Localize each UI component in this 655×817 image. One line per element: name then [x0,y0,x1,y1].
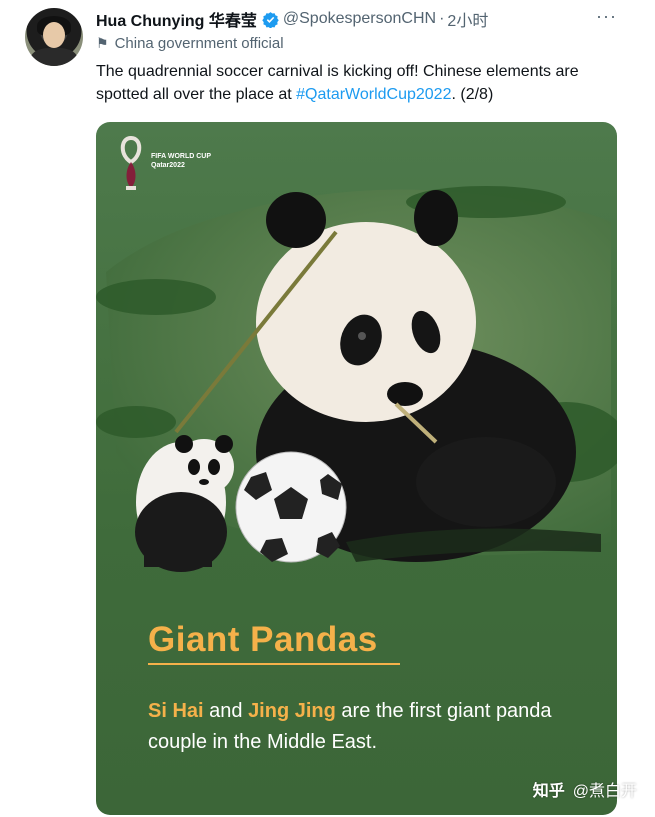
fifa-trophy-icon [120,135,142,190]
separator-dot: · [439,10,445,27]
card-description: Si Hai and Jing Jing are the first giant… [148,696,588,758]
panda-photo [96,186,617,572]
avatar-face [43,22,65,48]
account-label: ⚑ China government official [96,35,284,52]
hashtag-link[interactable]: #QatarWorldCup2022 [296,86,451,103]
more-options-icon[interactable]: ··· [596,6,617,27]
tweet: Hua Chunying 华春莹 @SpokespersonCHN · 2小时 … [0,0,655,817]
author-handle[interactable]: @SpokespersonCHN [283,10,436,28]
card-title: Giant Pandas [148,620,378,659]
fifa-logo-line1: FIFA WORLD CUP [151,153,212,160]
tweet-header: Hua Chunying 华春莹 @SpokespersonCHN · 2小时 [96,8,488,30]
watermark: 知乎 @煮白开 [533,777,637,801]
avatar-body [31,48,77,66]
fifa-logo-line2: Qatar2022 [151,162,185,169]
fifa-logo-text: FIFA WORLD CUP Qatar2022 [151,152,211,170]
tweet-text: The quadrennial soccer carnival is kicki… [96,60,626,106]
desc-and: and [203,700,249,722]
account-label-text: China government official [114,35,284,52]
panda-name-1: Si Hai [148,700,204,722]
watermark-user: @煮白开 [572,783,637,800]
avatar[interactable] [25,8,83,66]
tweet-time[interactable]: 2小时 [447,7,488,31]
author-name[interactable]: Hua Chunying 华春莹 [96,7,257,31]
watermark-brand: 知乎 [532,783,565,800]
verified-badge-icon [262,11,279,28]
title-underline [148,663,400,665]
tweet-text-after: . (2/8) [451,86,494,103]
flag-icon: ⚑ [96,35,109,51]
panda-name-2: Jing Jing [248,700,336,722]
media-card[interactable]: FIFA WORLD CUP Qatar2022 Giant Pandas Si… [96,122,617,815]
